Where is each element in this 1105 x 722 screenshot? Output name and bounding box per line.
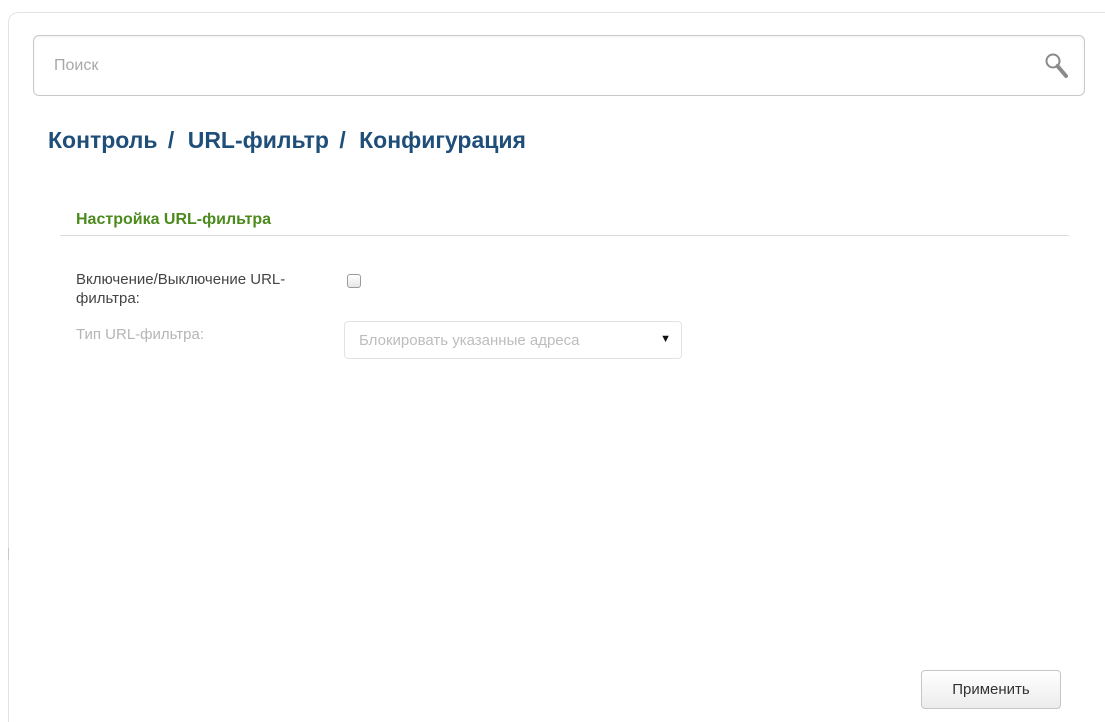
panel-edge-mark — [8, 548, 9, 560]
search-icon[interactable] — [1044, 52, 1070, 80]
search-bar[interactable] — [33, 35, 1085, 96]
url-filter-type-select[interactable]: Блокировать указанные адреса ▼ — [344, 321, 682, 359]
search-input[interactable] — [54, 36, 1014, 95]
section-title: Настройка URL-фильтра — [76, 211, 272, 228]
breadcrumb-item-control[interactable]: Контроль — [48, 127, 158, 153]
chevron-down-icon: ▼ — [660, 333, 671, 345]
enable-url-filter-label: Включение/Выключение URL-фильтра: — [76, 271, 286, 307]
page-title: Конфигурация — [359, 127, 526, 153]
url-filter-type-label: Тип URL-фильтра: — [76, 326, 205, 343]
breadcrumb: Контроль / URL-фильтр / Конфигурация — [48, 127, 526, 154]
enable-url-filter-checkbox[interactable] — [347, 274, 361, 288]
content-panel — [8, 12, 1105, 722]
url-filter-type-value: Блокировать указанные адреса — [359, 332, 580, 349]
apply-button[interactable]: Применить — [921, 670, 1061, 709]
breadcrumb-separator: / — [167, 127, 175, 153]
breadcrumb-item-url-filter[interactable]: URL-фильтр — [188, 127, 329, 153]
section-divider — [60, 235, 1069, 236]
breadcrumb-separator: / — [339, 127, 346, 153]
